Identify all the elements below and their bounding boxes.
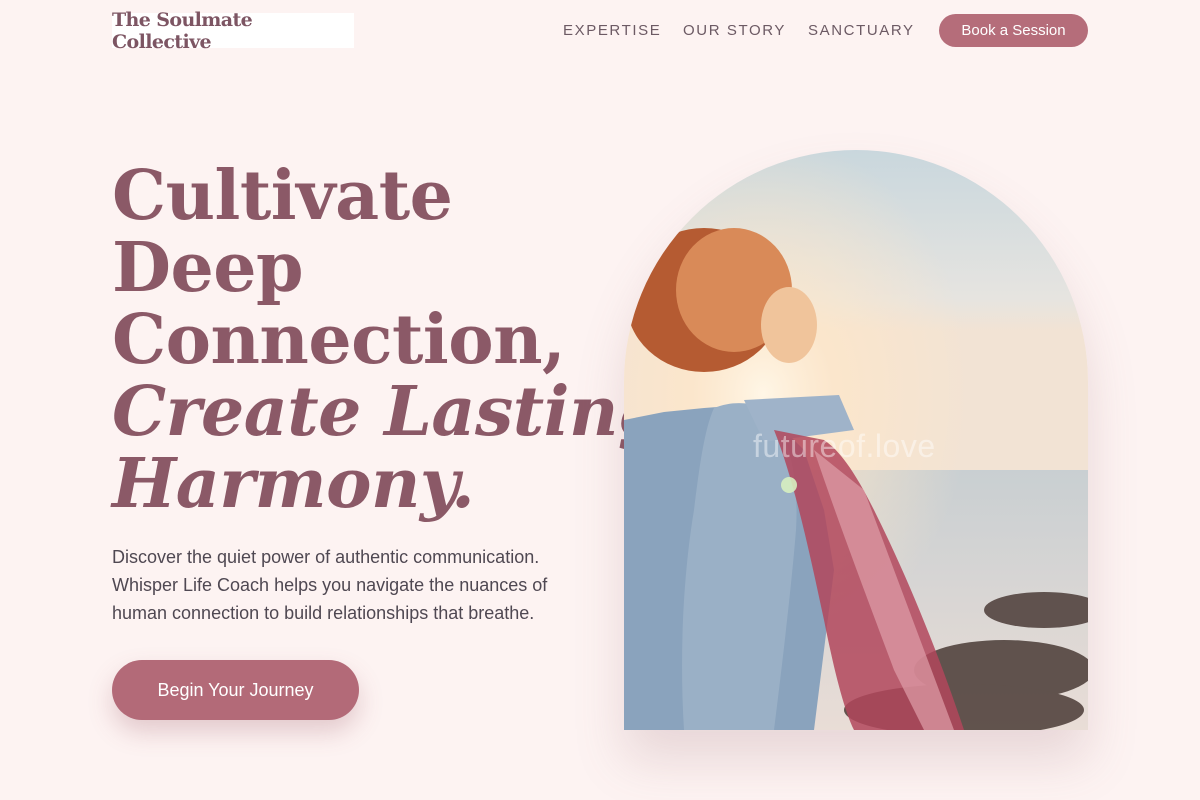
- headline-line: Cultivate: [112, 156, 453, 236]
- headline-line: Deep: [112, 228, 304, 308]
- hero-description: Discover the quiet power of authentic co…: [112, 547, 548, 623]
- hero-headline: Cultivate Deep Connection, Create Lastin…: [112, 156, 666, 524]
- headline-italic-line: Harmony.: [112, 444, 475, 524]
- begin-journey-button[interactable]: Begin Your Journey: [112, 660, 359, 720]
- headline-line: Connection,: [112, 300, 566, 380]
- nav-link-expertise[interactable]: EXPERTISE: [563, 22, 661, 39]
- nav-link-our-story[interactable]: OUR STORY: [683, 22, 786, 39]
- image-watermark: futureof.love: [753, 428, 936, 464]
- headline-italic-line: Create Lasting: [112, 372, 666, 452]
- nav-link-sanctuary[interactable]: SANCTUARY: [808, 22, 915, 39]
- site-logo[interactable]: The Soulmate Collective: [112, 9, 354, 53]
- book-session-button[interactable]: Book a Session: [939, 14, 1088, 47]
